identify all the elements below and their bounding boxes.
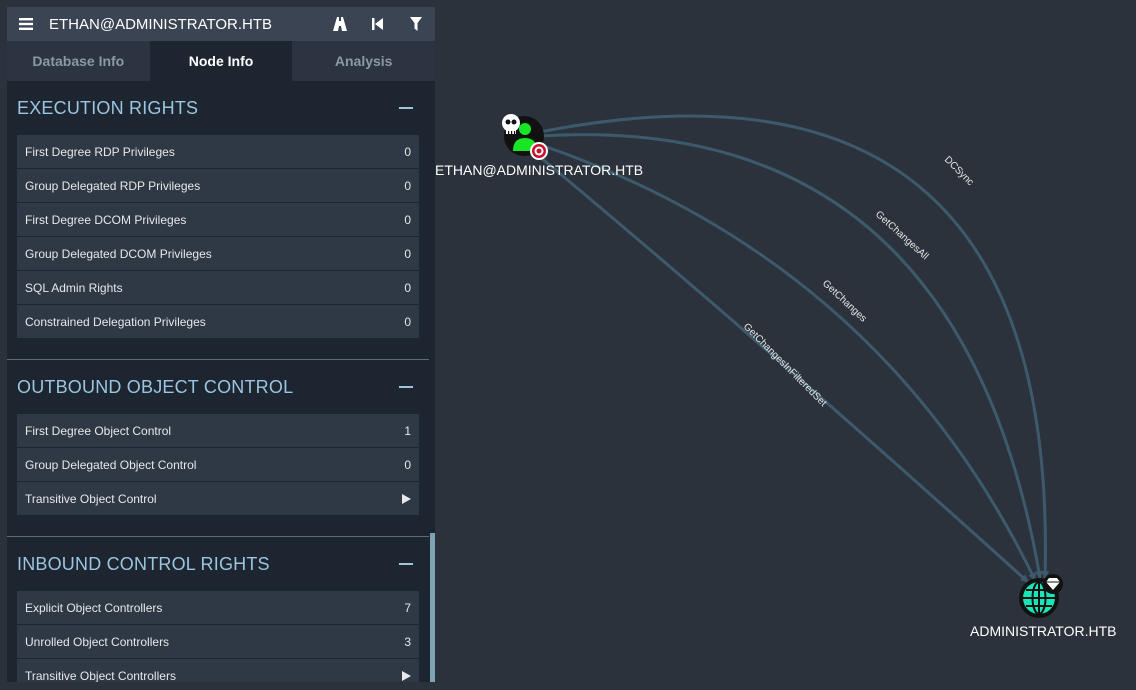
collapse-icon[interactable]	[399, 107, 413, 109]
row-label: Group Delegated DCOM Privileges	[25, 246, 212, 261]
row-group-delegated-object-control[interactable]: Group Delegated Object Control 0	[17, 448, 419, 482]
row-label: SQL Admin Rights	[25, 280, 123, 295]
row-value: 0	[404, 246, 411, 261]
play-icon[interactable]	[402, 670, 411, 681]
row-group-delegated-rdp[interactable]: Group Delegated RDP Privileges 0	[17, 169, 419, 203]
section-outbound-object-control: OUTBOUND OBJECT CONTROL First Degree Obj…	[7, 360, 429, 537]
diamond-icon	[1043, 574, 1063, 594]
edge-label-getchanges: GetChanges	[820, 278, 869, 324]
row-label: Transitive Object Controllers	[25, 668, 176, 683]
row-label: Constrained Delegation Privileges	[25, 314, 206, 329]
tab-database-info[interactable]: Database Info	[7, 41, 150, 81]
section-title: EXECUTION RIGHTS	[17, 97, 199, 118]
row-label: Group Delegated Object Control	[25, 457, 197, 472]
row-transitive-object-control[interactable]: Transitive Object Control	[17, 482, 419, 516]
source-node-label: ETHAN@ADMINISTRATOR.HTB	[435, 162, 643, 178]
collapse-icon[interactable]	[399, 563, 413, 565]
edge-label-getchangesall: GetChangesAll	[873, 209, 930, 262]
filter-icon[interactable]	[397, 7, 435, 41]
row-label: Group Delegated RDP Privileges	[25, 178, 201, 193]
row-value: 0	[404, 178, 411, 193]
row-label: First Degree DCOM Privileges	[25, 212, 187, 227]
section-title: OUTBOUND OBJECT CONTROL	[17, 376, 294, 397]
tab-analysis[interactable]: Analysis	[292, 41, 435, 81]
search-field-node-name[interactable]: ETHAN@ADMINISTRATOR.HTB	[45, 16, 321, 33]
row-label: First Degree RDP Privileges	[25, 144, 175, 159]
row-value: 0	[404, 280, 411, 295]
row-value: 0	[404, 314, 411, 329]
row-value: 7	[404, 600, 411, 615]
section-execution-rights: EXECUTION RIGHTS First Degree RDP Privil…	[7, 81, 429, 360]
row-first-degree-object-control[interactable]: First Degree Object Control 1	[17, 414, 419, 448]
edge-getchangesall[interactable]	[539, 133, 1043, 579]
row-constrained-delegation[interactable]: Constrained Delegation Privileges 0	[17, 305, 419, 339]
section-header: EXECUTION RIGHTS	[17, 81, 419, 135]
tab-node-info[interactable]: Node Info	[149, 41, 293, 81]
edge-label-getchangesinfilteredset: GetChangesInFilteredSet	[741, 321, 829, 409]
target-icon	[530, 142, 548, 160]
row-first-degree-rdp[interactable]: First Degree RDP Privileges 0	[17, 135, 419, 169]
row-label: Explicit Object Controllers	[25, 600, 163, 615]
section-title: INBOUND CONTROL RIGHTS	[17, 553, 270, 574]
row-value: 0	[404, 144, 411, 159]
row-transitive-object-controllers[interactable]: Transitive Object Controllers	[17, 659, 419, 682]
pathfinding-icon[interactable]	[321, 7, 359, 41]
side-panel: ETHAN@ADMINISTRATOR.HTB Database Info No…	[7, 7, 435, 682]
target-node-label: ADMINISTRATOR.HTB	[970, 623, 1117, 639]
section-header: OUTBOUND OBJECT CONTROL	[17, 360, 419, 414]
row-unrolled-object-controllers[interactable]: Unrolled Object Controllers 3	[17, 625, 419, 659]
row-label: First Degree Object Control	[25, 423, 172, 438]
row-group-delegated-dcom[interactable]: Group Delegated DCOM Privileges 0	[17, 237, 419, 271]
row-first-degree-dcom[interactable]: First Degree DCOM Privileges 0	[17, 203, 419, 237]
row-explicit-object-controllers[interactable]: Explicit Object Controllers 7	[17, 591, 419, 625]
panel-header: ETHAN@ADMINISTRATOR.HTB	[7, 7, 435, 41]
edge-label-dcsync: DCSync	[942, 154, 976, 188]
row-label: Transitive Object Control	[25, 491, 157, 506]
row-value: 0	[404, 457, 411, 472]
panel-scrollbar[interactable]	[430, 533, 435, 682]
panel-tabs: Database Info Node Info Analysis	[7, 41, 435, 81]
collapse-icon[interactable]	[399, 386, 413, 388]
row-value: 0	[404, 212, 411, 227]
section-inbound-control-rights: INBOUND CONTROL RIGHTS Explicit Object C…	[7, 537, 429, 682]
row-label: Unrolled Object Controllers	[25, 634, 170, 649]
target-node[interactable]: ADMINISTRATOR.HTB	[970, 574, 1117, 639]
source-node[interactable]: ETHAN@ADMINISTRATOR.HTB	[435, 114, 643, 178]
back-icon[interactable]	[359, 7, 397, 41]
row-value: 1	[404, 423, 411, 438]
play-icon[interactable]	[402, 493, 411, 504]
hamburger-icon[interactable]	[7, 7, 45, 41]
row-value: 3	[404, 634, 411, 649]
section-header: INBOUND CONTROL RIGHTS	[17, 537, 419, 591]
row-sql-admin[interactable]: SQL Admin Rights 0	[17, 271, 419, 305]
